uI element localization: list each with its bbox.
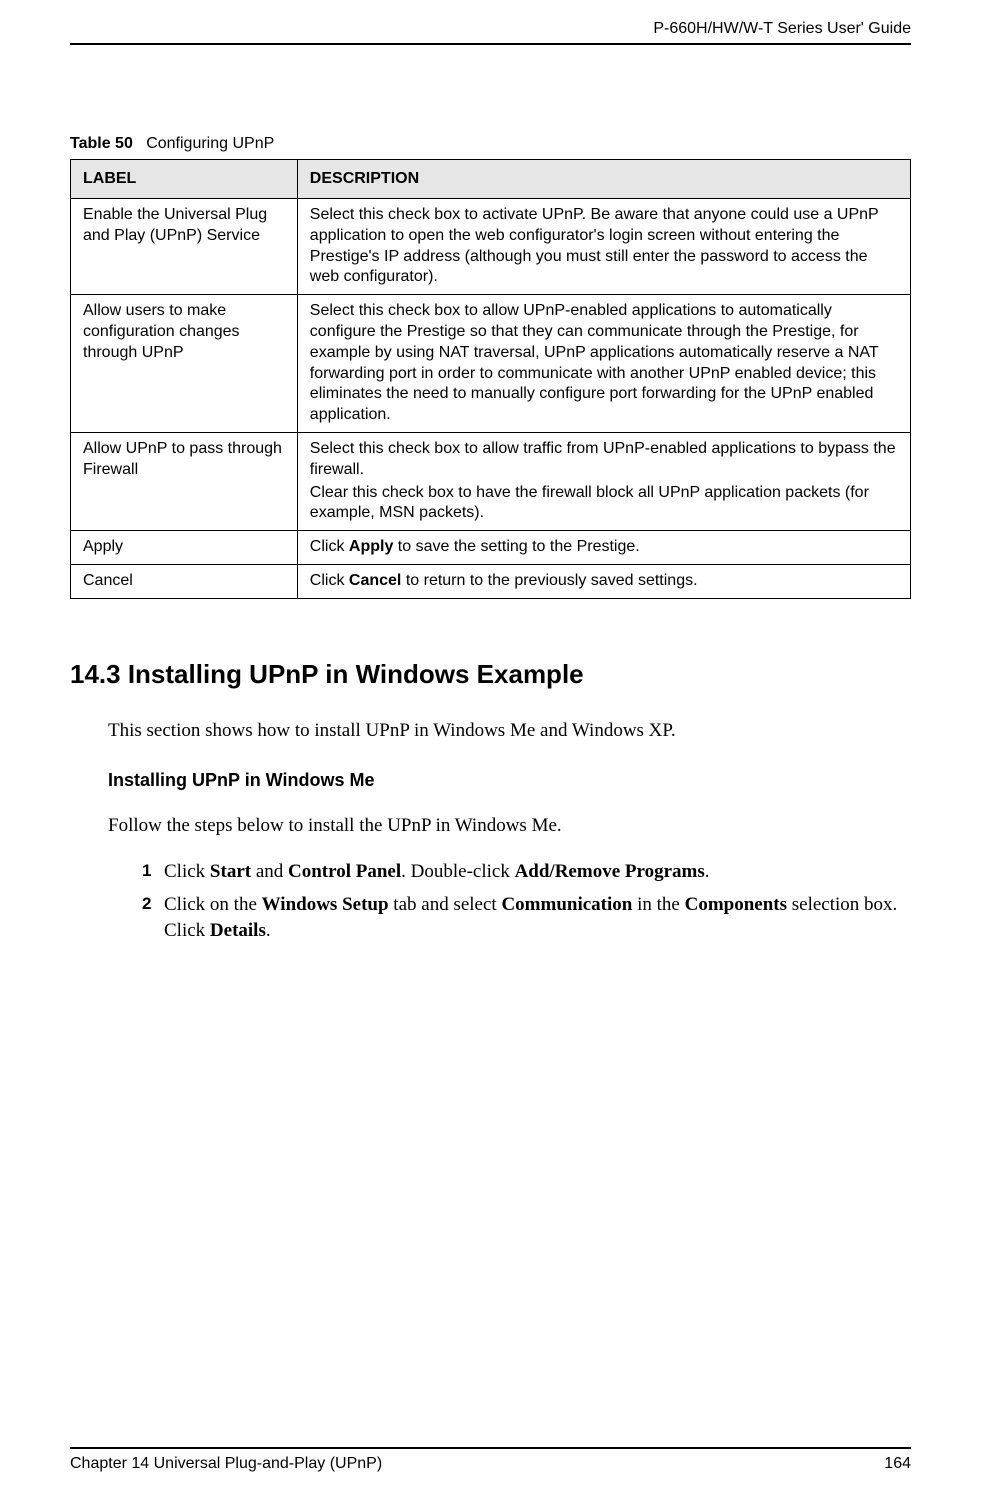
config-table: LABEL DESCRIPTION Enable the Universal P… xyxy=(70,159,911,599)
table-cell-label: Apply xyxy=(71,531,298,565)
table-cell-label: Allow users to make configuration change… xyxy=(71,295,298,433)
table-cell-label: Enable the Universal Plug and Play (UPnP… xyxy=(71,199,298,295)
table-number: Table 50 xyxy=(70,135,133,152)
table-cell-description: Select this check box to allow UPnP-enab… xyxy=(297,295,910,433)
page-header: P-660H/HW/W-T Series User' Guide xyxy=(70,20,911,45)
table-header-label: LABEL xyxy=(71,160,298,199)
list-item: 2 Click on the Windows Setup tab and sel… xyxy=(146,892,911,943)
section-intro: This section shows how to install UPnP i… xyxy=(108,720,911,742)
table-cell-description-p1: Select this check box to allow traffic f… xyxy=(310,439,898,481)
footer-page-number: 164 xyxy=(884,1455,911,1473)
list-item: 1 Click Start and Control Panel. Double-… xyxy=(146,859,911,885)
table-row: Cancel Click Cancel to return to the pre… xyxy=(71,564,911,598)
table-row: Apply Click Apply to save the setting to… xyxy=(71,531,911,565)
table-row: Allow users to make configuration change… xyxy=(71,295,911,433)
table-cell-label: Allow UPnP to pass through Firewall xyxy=(71,432,298,530)
step-text: Click Start and Control Panel. Double-cl… xyxy=(164,861,709,882)
subsection-heading: Installing UPnP in Windows Me xyxy=(108,770,911,791)
guide-title: P-660H/HW/W-T Series User' Guide xyxy=(70,20,911,38)
table-cell-description-p2: Clear this check box to have the firewal… xyxy=(310,483,898,525)
table-row: Allow UPnP to pass through Firewall Sele… xyxy=(71,432,911,530)
table-cell-description: Select this check box to activate UPnP. … xyxy=(297,199,910,295)
step-number: 2 xyxy=(142,893,151,916)
table-row: Enable the Universal Plug and Play (UPnP… xyxy=(71,199,911,295)
table-header-description: DESCRIPTION xyxy=(297,160,910,199)
table-cell-description: Click Apply to save the setting to the P… xyxy=(297,531,910,565)
table-caption-text: Configuring UPnP xyxy=(146,135,274,152)
table-cell-description: Click Cancel to return to the previously… xyxy=(297,564,910,598)
step-number: 1 xyxy=(142,860,151,883)
steps-list: 1 Click Start and Control Panel. Double-… xyxy=(146,859,911,944)
footer-chapter: Chapter 14 Universal Plug-and-Play (UPnP… xyxy=(70,1455,382,1473)
step-text: Click on the Windows Setup tab and selec… xyxy=(164,894,897,941)
page-content: Table 50 Configuring UPnP LABEL DESCRIPT… xyxy=(70,45,911,1447)
page-footer: Chapter 14 Universal Plug-and-Play (UPnP… xyxy=(70,1447,911,1473)
section-heading: 14.3 Installing UPnP in Windows Example xyxy=(70,659,911,690)
table-cell-label: Cancel xyxy=(71,564,298,598)
subsection-intro: Follow the steps below to install the UP… xyxy=(108,815,911,837)
table-cell-description: Select this check box to allow traffic f… xyxy=(297,432,910,530)
table-caption: Table 50 Configuring UPnP xyxy=(70,135,911,153)
